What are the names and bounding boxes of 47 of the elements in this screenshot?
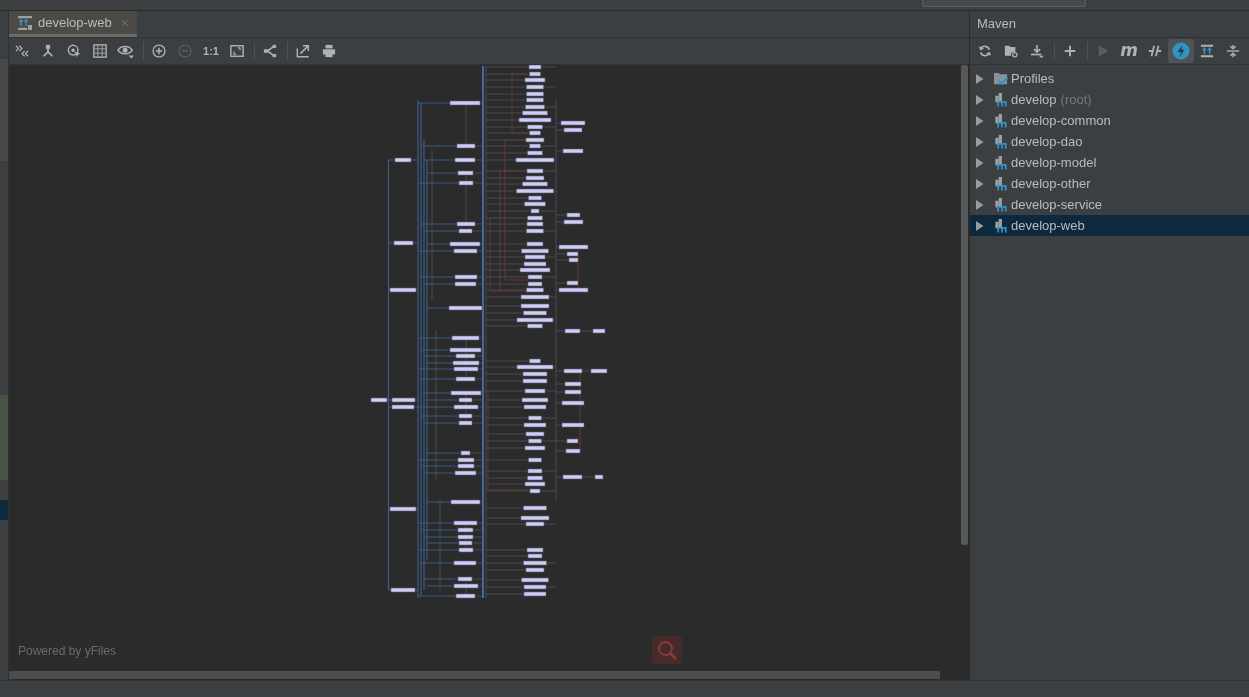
module-icon xyxy=(993,112,1009,129)
tree-item[interactable]: develop-web xyxy=(970,215,1249,236)
branch-icon xyxy=(263,44,277,58)
root-label: (root) xyxy=(1060,90,1092,109)
target-icon xyxy=(67,44,81,58)
tree-item[interactable]: develop-common xyxy=(970,110,1249,131)
collapse-icon xyxy=(1226,44,1240,58)
chevrons-icon xyxy=(15,44,29,58)
zoom-out-icon xyxy=(178,44,192,58)
search-icon xyxy=(657,640,677,660)
refresh-icon xyxy=(978,44,992,58)
eye-icon xyxy=(117,43,135,59)
hierarchy-icon xyxy=(41,44,55,58)
folder-gear-icon xyxy=(1004,44,1018,58)
module-icon xyxy=(993,217,1009,234)
module-icon xyxy=(993,91,1009,108)
structure-icon xyxy=(17,14,33,31)
module-icon xyxy=(993,133,1009,150)
skip-tests-button[interactable] xyxy=(1168,39,1194,63)
module-icon xyxy=(993,154,1009,171)
bars-arrows-icon xyxy=(1200,44,1214,58)
folder-check-icon xyxy=(993,70,1009,87)
tree-item[interactable]: develop (root) xyxy=(970,89,1249,110)
lightning-icon xyxy=(1172,42,1190,60)
slash-icon xyxy=(1148,44,1162,58)
vertical-scrollbar-thumb[interactable] xyxy=(961,65,968,545)
plus-icon xyxy=(1063,44,1077,58)
credit-text: Powered by yFiles xyxy=(18,643,117,660)
grid-icon xyxy=(93,44,107,58)
execute-goal-button[interactable]: m xyxy=(1116,39,1142,63)
export-icon xyxy=(296,44,310,58)
tree-item[interactable]: develop-model xyxy=(970,152,1249,173)
print-icon xyxy=(322,44,336,58)
play-icon xyxy=(1096,44,1110,58)
module-icon xyxy=(993,196,1009,213)
horizontal-scrollbar-thumb[interactable] xyxy=(9,671,940,679)
zoom-in-icon xyxy=(152,44,166,58)
frame-icon xyxy=(230,44,244,58)
module-icon xyxy=(993,175,1009,192)
download-icon xyxy=(1030,44,1044,58)
tree-item[interactable]: Profiles xyxy=(970,68,1249,89)
tree-item[interactable]: develop-other xyxy=(970,173,1249,194)
editor-tab[interactable]: develop-web × xyxy=(9,11,137,37)
tree-item[interactable]: develop-service xyxy=(970,194,1249,215)
tree-item[interactable]: develop-dao xyxy=(970,131,1249,152)
panel-title: Maven xyxy=(977,15,1017,34)
actual-size-button[interactable]: 1:1 xyxy=(198,39,224,63)
